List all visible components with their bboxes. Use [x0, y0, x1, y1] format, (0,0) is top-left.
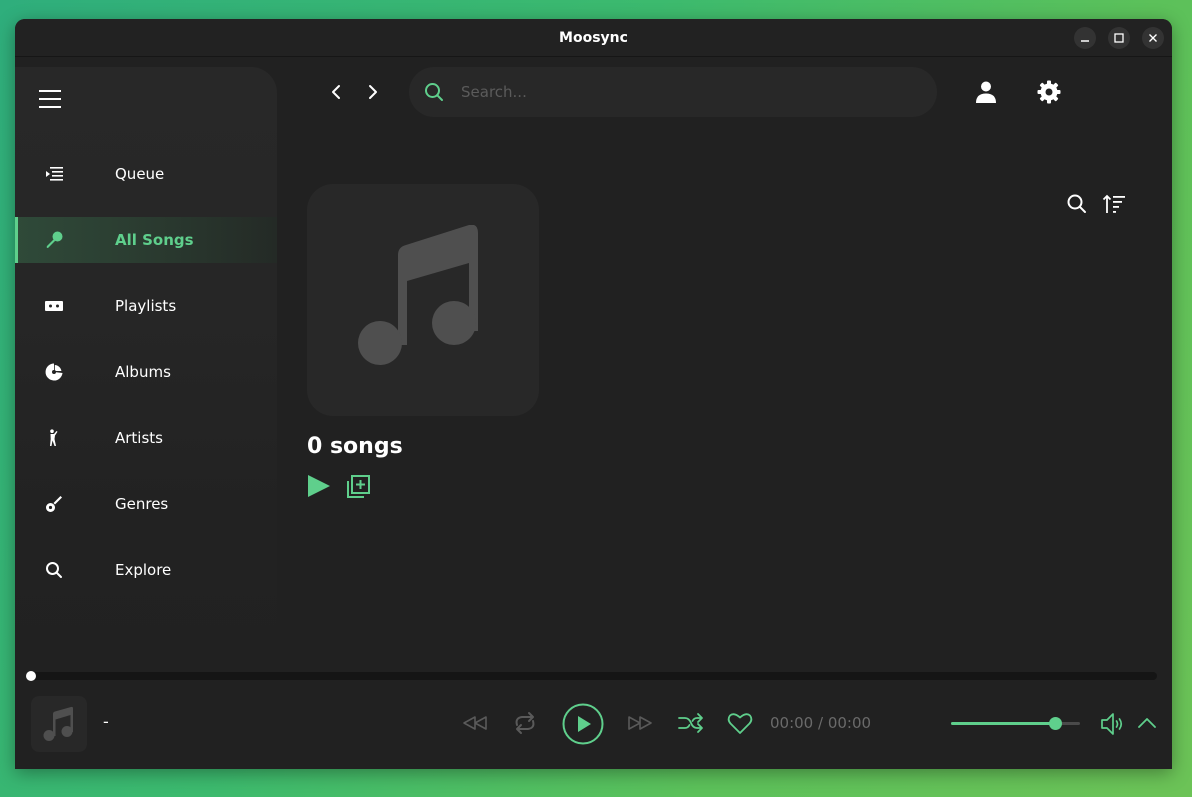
forward-button[interactable]	[363, 82, 383, 102]
volume-slider[interactable]	[951, 717, 1080, 730]
volume-thumb[interactable]	[1049, 717, 1063, 730]
play-all-button[interactable]	[307, 474, 331, 498]
shuffle-button[interactable]	[676, 708, 706, 738]
user-icon	[976, 81, 996, 103]
search-bar	[409, 67, 937, 117]
search-icon	[425, 83, 443, 101]
hamburger-icon[interactable]	[39, 90, 61, 108]
account-button[interactable]	[973, 79, 999, 105]
close-button[interactable]	[1142, 27, 1164, 49]
now-playing-cover	[31, 696, 87, 752]
sidebar-item-all-songs[interactable]: All Songs	[15, 217, 277, 263]
sidebar-item-playlists[interactable]: Playlists	[15, 283, 277, 329]
volume-fill	[951, 722, 1056, 725]
sidebar-item-label: Explore	[115, 561, 172, 579]
previous-button[interactable]	[460, 708, 490, 738]
sort-icon	[1102, 194, 1125, 213]
favorite-button[interactable]	[725, 708, 755, 738]
sort-button[interactable]	[1102, 193, 1126, 215]
sidebar-item-label: Artists	[115, 429, 163, 447]
settings-icon	[1037, 80, 1061, 104]
search-icon	[43, 559, 65, 581]
play-icon	[308, 475, 330, 497]
play-icon	[562, 703, 604, 745]
queue-icon	[43, 163, 65, 185]
shuffle-icon	[678, 713, 703, 733]
minimize-icon	[1081, 40, 1089, 42]
music-note-icon	[43, 706, 73, 741]
sidebar-item-genres[interactable]: Genres	[15, 481, 277, 527]
rewind-icon	[463, 716, 487, 730]
sidebar-item-explore[interactable]: Explore	[15, 547, 277, 593]
sidebar-item-label: Playlists	[115, 297, 177, 315]
repeat-icon	[515, 712, 535, 734]
sidebar-item-label: Albums	[115, 363, 171, 381]
maximize-icon	[1114, 33, 1124, 43]
app-window: Moosync Queue All Songs Playlists Albums…	[15, 19, 1172, 769]
heart-icon	[727, 713, 753, 734]
close-icon	[1149, 34, 1157, 42]
sidebar-item-artists[interactable]: Artists	[15, 415, 277, 461]
sidebar-item-label: Queue	[115, 165, 165, 183]
volume-button[interactable]	[1099, 711, 1125, 737]
add-to-queue-button[interactable]	[345, 474, 371, 500]
maximize-button[interactable]	[1108, 27, 1130, 49]
forward-icon	[369, 85, 377, 99]
sidebar-item-albums[interactable]: Albums	[15, 349, 277, 395]
track-title: -	[103, 712, 109, 731]
play-button[interactable]	[562, 703, 604, 745]
time-display: 00:00 / 00:00	[770, 714, 872, 732]
singer-icon	[43, 427, 65, 449]
music-note-icon	[358, 225, 478, 365]
microphone-icon	[43, 229, 65, 251]
guitar-icon	[43, 493, 65, 515]
fast-forward-icon	[628, 716, 652, 730]
album-disc-icon	[43, 361, 65, 383]
cassette-icon	[43, 295, 65, 317]
repeat-button[interactable]	[510, 708, 540, 738]
search-input[interactable]	[461, 77, 911, 107]
settings-button[interactable]	[1036, 79, 1062, 105]
volume-icon	[1101, 713, 1123, 735]
sidebar-item-label: All Songs	[115, 231, 194, 249]
sidebar: Queue All Songs Playlists Albums Artists	[15, 67, 277, 667]
seek-thumb[interactable]	[26, 671, 36, 681]
chevron-up-icon	[1138, 718, 1156, 728]
back-icon	[332, 85, 340, 99]
filter-search-button[interactable]	[1066, 193, 1088, 215]
minimize-button[interactable]	[1074, 27, 1096, 49]
title-bar: Moosync	[15, 19, 1172, 57]
next-button[interactable]	[625, 708, 655, 738]
seek-bar[interactable]	[26, 671, 1157, 681]
window-title: Moosync	[559, 29, 628, 46]
expand-player-button[interactable]	[1136, 713, 1158, 733]
search-icon	[1067, 194, 1086, 213]
add-to-queue-icon	[347, 475, 370, 498]
collection-cover	[307, 184, 539, 416]
sidebar-item-queue[interactable]: Queue	[15, 151, 277, 197]
song-count: 0 songs	[307, 434, 403, 459]
sidebar-item-label: Genres	[115, 495, 169, 513]
back-button[interactable]	[326, 82, 346, 102]
